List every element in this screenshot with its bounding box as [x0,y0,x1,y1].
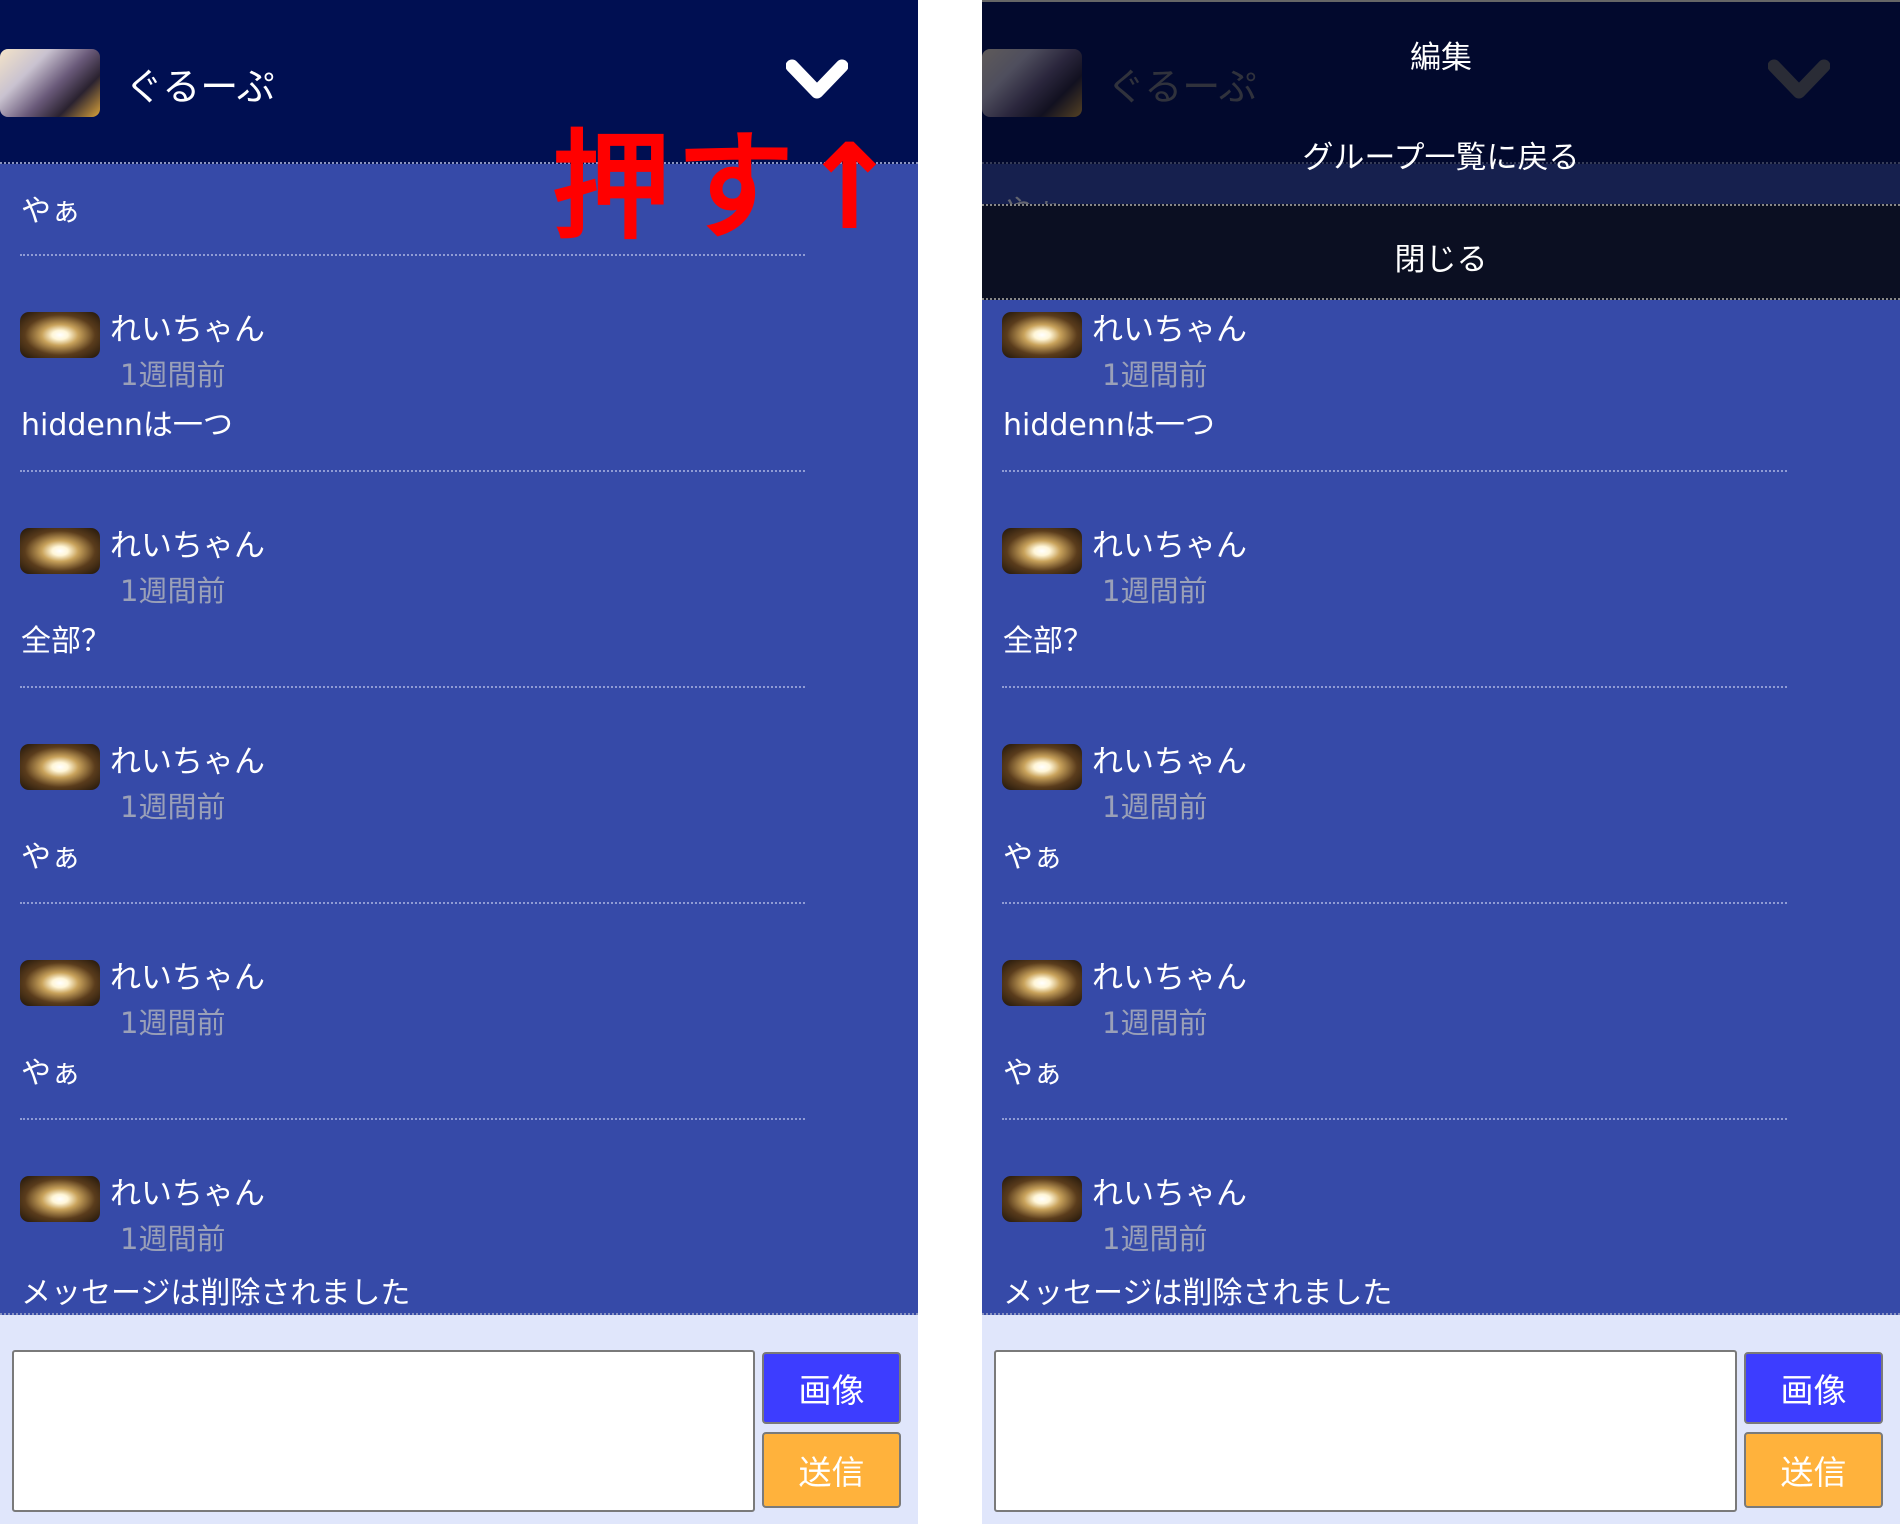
message-text: 全部？ [1003,624,1093,659]
user-avatar [20,1176,100,1222]
message-text: 全部？ [21,624,111,659]
message-input[interactable] [12,1350,755,1512]
user-name: れいちゃん [110,744,265,780]
message-divider [20,1118,805,1120]
user-avatar [1002,528,1082,574]
message-divider [1002,686,1787,688]
message-text: hiddennは一つ [1003,408,1215,443]
message-time: 1週間前 [120,1222,226,1256]
group-title: ぐるーぷ [125,65,275,109]
chevron-down-icon[interactable] [786,58,848,102]
composer: 画像 送信 [982,1315,1900,1524]
header-menu: 編集グループ一覧に戻る閉じる [982,0,1900,300]
user-avatar [20,528,100,574]
user-name: れいちゃん [110,528,265,564]
message-time: 1週間前 [1102,1222,1208,1256]
group-avatar [0,49,100,117]
user-name: れいちゃん [1092,528,1247,564]
message-text: メッセージは削除されました [1003,1276,1393,1311]
message-divider [20,470,805,472]
message-time: 1週間前 [120,574,226,608]
message-divider [1002,470,1787,472]
user-name: れいちゃん [1092,960,1247,996]
chat-screen-before: ぐるーぷ やぁ れいちゃん 1週間前 hiddennは一つ れいちゃん 1週間前… [0,0,918,1524]
message-time: 1週間前 [120,1006,226,1040]
user-name: れいちゃん [110,312,265,348]
user-avatar [20,960,100,1006]
menu-item-close[interactable]: 閉じる [982,204,1900,300]
message-time: 1週間前 [120,358,226,392]
message-text: メッセージは削除されました [21,1276,411,1311]
user-avatar [1002,744,1082,790]
image-button[interactable]: 画像 [762,1352,901,1424]
user-avatar [20,312,100,358]
message-time: 1週間前 [120,790,226,824]
user-avatar [1002,960,1082,1006]
message-input[interactable] [994,1350,1737,1512]
image-button[interactable]: 画像 [1744,1352,1883,1424]
message-time: 1週間前 [1102,790,1208,824]
press-here-annotation: 押す↑ [552,118,905,256]
menu-item-back-to-groups[interactable]: グループ一覧に戻る [982,132,1900,177]
composer: 画像 送信 [0,1315,918,1524]
message-divider [1002,902,1787,904]
user-name: れいちゃん [110,960,265,996]
user-name: れいちゃん [1092,312,1247,348]
user-avatar [1002,312,1082,358]
message-text: hiddennは一つ [21,408,233,443]
menu-item-edit[interactable]: 編集 [982,32,1900,77]
user-avatar [20,744,100,790]
message-time: 1週間前 [1102,1006,1208,1040]
message-time: 1週間前 [1102,358,1208,392]
message-list[interactable]: やぁ れいちゃん 1週間前 hiddennは一つ れいちゃん 1週間前 全部？ … [0,164,918,1315]
message-divider [20,902,805,904]
message-divider [1002,1118,1787,1120]
message-divider [20,686,805,688]
send-button[interactable]: 送信 [1744,1432,1883,1508]
user-name: れいちゃん [1092,744,1247,780]
message-text: やぁ [21,1056,81,1091]
chat-screen-menu-open: ぐるーぷ やぁ れいちゃん 1週間前 hiddennは一つ れいちゃん 1週間前… [982,0,1900,1524]
user-name: れいちゃん [1092,1176,1247,1212]
message-text: やぁ [21,840,81,875]
message-text: やぁ [1003,840,1063,875]
user-avatar [1002,1176,1082,1222]
message-text: やぁ [1003,1056,1063,1091]
message-time: 1週間前 [1102,574,1208,608]
message-list[interactable]: やぁ れいちゃん 1週間前 hiddennは一つ れいちゃん 1週間前 全部？ … [982,164,1900,1315]
user-name: れいちゃん [110,1176,265,1212]
send-button[interactable]: 送信 [762,1432,901,1508]
message-text: やぁ [21,194,81,229]
